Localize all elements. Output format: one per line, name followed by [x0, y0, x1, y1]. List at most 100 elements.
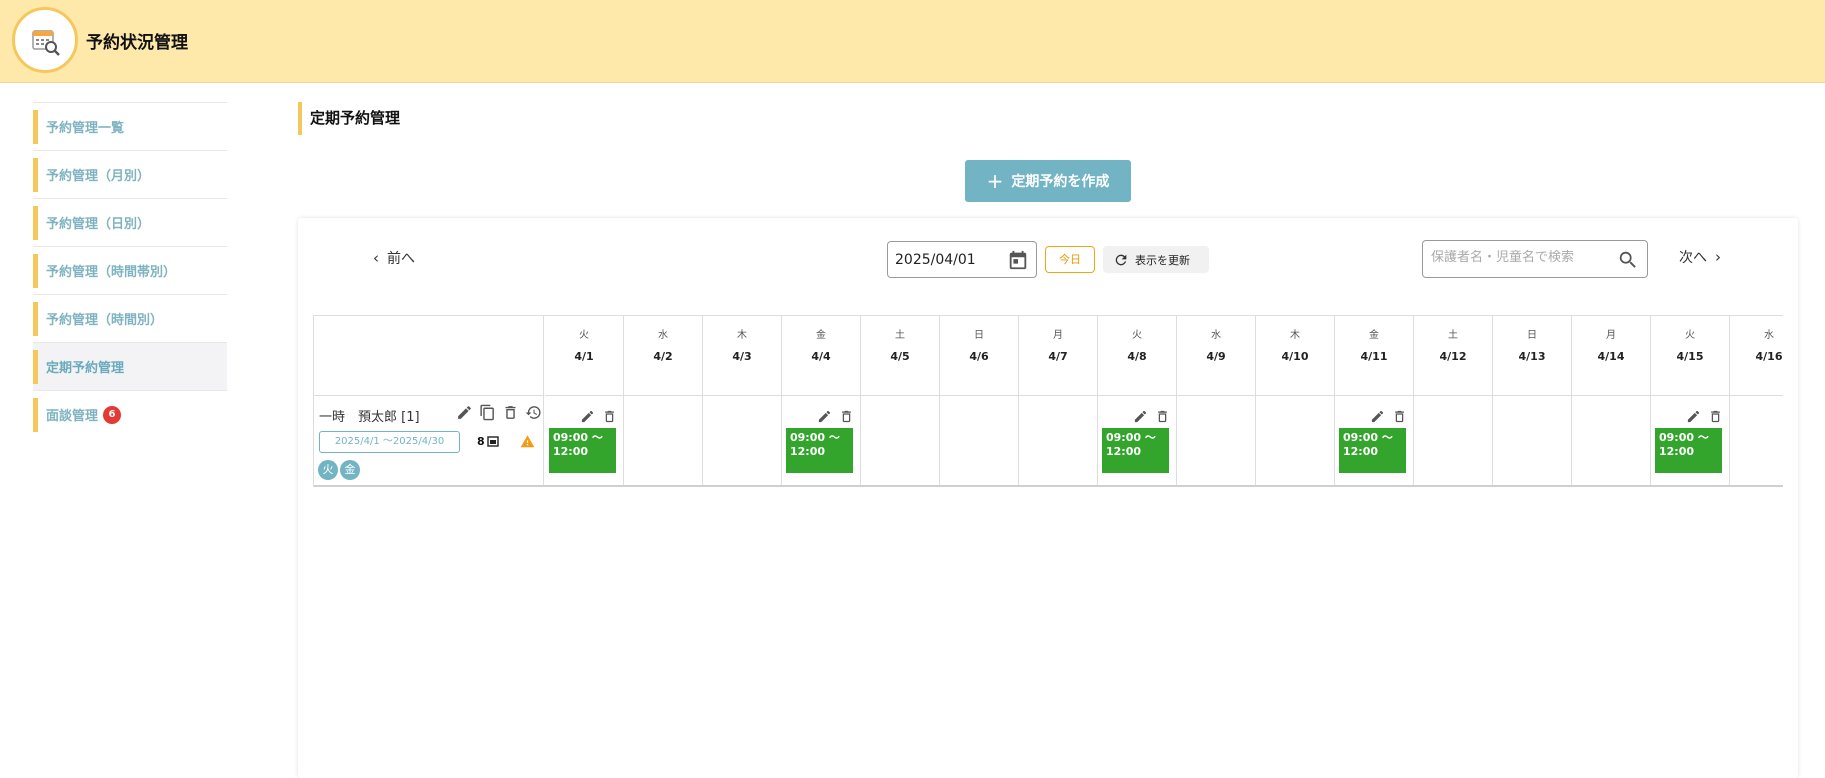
- day-header: 土 4/12: [1414, 316, 1492, 396]
- sidebar-item-interviews[interactable]: 面談管理 6: [33, 390, 227, 438]
- copy-icon[interactable]: [479, 404, 496, 421]
- sidebar-item-label: 予約管理（日別）: [46, 217, 151, 232]
- delete-icon[interactable]: [602, 409, 617, 424]
- day-of-week: 水: [658, 330, 668, 341]
- delete-icon[interactable]: [839, 409, 854, 424]
- next-button[interactable]: 次へ ›: [1679, 247, 1729, 267]
- next-label: 次へ: [1679, 250, 1707, 266]
- calendar-search-icon: [32, 30, 60, 56]
- day-column: 土 4/12: [1414, 316, 1493, 485]
- edit-icon[interactable]: [1370, 409, 1385, 424]
- sidebar-item-hourly[interactable]: 予約管理（時間別）: [33, 294, 227, 342]
- edit-icon[interactable]: [456, 404, 473, 421]
- search-field[interactable]: [1422, 240, 1648, 278]
- edit-icon[interactable]: [580, 409, 595, 424]
- sidebar-item-timeslot[interactable]: 予約管理（時間帯別）: [33, 246, 227, 294]
- app-logo: [12, 7, 78, 73]
- reservation-name: 一時 預太郎 [1]: [319, 410, 420, 425]
- weekday-chip: 火: [318, 460, 338, 480]
- day-header: 日 4/6: [940, 316, 1018, 396]
- notification-badge: 6: [103, 405, 122, 424]
- day-header: 金 4/11: [1335, 316, 1413, 396]
- slot-actions: [1686, 409, 1723, 424]
- day-column: 火 4/1 09:00 ～ 12:00: [545, 316, 624, 485]
- sidebar-item-daily[interactable]: 予約管理（日別）: [33, 198, 227, 246]
- calendar-count-icon: [487, 436, 499, 447]
- reservation-event[interactable]: 09:00 ～ 12:00: [1655, 428, 1722, 473]
- day-column: 日 4/13: [1493, 316, 1572, 485]
- today-button[interactable]: 今日: [1045, 246, 1095, 273]
- reservation-event[interactable]: 09:00 ～ 12:00: [786, 428, 853, 473]
- date-input[interactable]: 2025/04/01: [887, 241, 1037, 278]
- history-icon[interactable]: [525, 404, 542, 421]
- prev-label: 前へ: [387, 251, 415, 267]
- reservation-event[interactable]: 09:00 ～ 12:00: [1102, 428, 1169, 473]
- reservation-name-column: 一時 預太郎 [1] 2025/4/1 ～2025/4/30 8 火 金: [314, 316, 544, 485]
- day-column: 金 4/11 09:00 ～ 12:00: [1335, 316, 1414, 485]
- day-date: 4/4: [811, 350, 831, 363]
- day-date: 4/7: [1048, 350, 1068, 363]
- delete-icon[interactable]: [1708, 409, 1723, 424]
- day-date: 4/2: [653, 350, 673, 363]
- reservation-event[interactable]: 09:00 ～ 12:00: [1339, 428, 1406, 473]
- period-chip: 2025/4/1 ～2025/4/30: [319, 431, 460, 453]
- sidebar: 予約管理一覧 予約管理（月別） 予約管理（日別） 予約管理（時間帯別） 予約管理…: [33, 102, 227, 438]
- day-date: 4/11: [1360, 350, 1388, 363]
- slot-actions: [1133, 409, 1170, 424]
- refresh-button[interactable]: 表示を更新: [1103, 246, 1209, 273]
- day-of-week: 火: [1132, 330, 1142, 341]
- day-of-week: 月: [1053, 330, 1063, 341]
- plus-icon: +: [986, 169, 1004, 193]
- sidebar-item-reservation-list[interactable]: 予約管理一覧: [33, 102, 227, 150]
- app-header: 予約状況管理: [0, 0, 1825, 83]
- sidebar-item-label: 予約管理（月別）: [46, 169, 151, 184]
- search-input[interactable]: [1431, 250, 1611, 265]
- day-header: 火 4/1: [545, 316, 623, 396]
- calendar-icon[interactable]: [1007, 249, 1029, 271]
- create-button-label: 定期予約を作成: [1011, 174, 1110, 190]
- day-column: 金 4/4 09:00 ～ 12:00: [782, 316, 861, 485]
- calendar-grid: 一時 預太郎 [1] 2025/4/1 ～2025/4/30 8 火 金 火 4/…: [313, 315, 1783, 487]
- day-header: 木 4/3: [703, 316, 781, 396]
- sidebar-item-recurring[interactable]: 定期予約管理: [33, 342, 227, 390]
- day-header: 金 4/4: [782, 316, 860, 396]
- day-date: 4/14: [1597, 350, 1625, 363]
- day-of-week: 土: [895, 330, 905, 341]
- day-column: 木 4/3: [703, 316, 782, 485]
- delete-icon[interactable]: [502, 404, 519, 421]
- day-of-week: 日: [974, 330, 984, 341]
- day-column: 水 4/2: [624, 316, 703, 485]
- edit-icon[interactable]: [1686, 409, 1701, 424]
- day-column: 木 4/10: [1256, 316, 1335, 485]
- edit-icon[interactable]: [1133, 409, 1148, 424]
- day-of-week: 火: [1685, 330, 1695, 341]
- day-header: 水 4/9: [1177, 316, 1255, 396]
- sidebar-item-label: 予約管理一覧: [46, 121, 125, 136]
- reservation-count: 8: [477, 435, 485, 448]
- day-header: 水 4/16: [1730, 316, 1783, 396]
- chevron-right-icon: ›: [1715, 248, 1721, 266]
- day-column: 土 4/5: [861, 316, 940, 485]
- sidebar-item-label: 予約管理（時間帯別）: [46, 265, 177, 280]
- reservation-event[interactable]: 09:00 ～ 12:00: [549, 428, 616, 473]
- day-column: 火 4/8 09:00 ～ 12:00: [1098, 316, 1177, 485]
- create-recurring-button[interactable]: + 定期予約を作成: [965, 160, 1131, 202]
- prev-button[interactable]: ‹ 前へ: [365, 248, 415, 268]
- delete-icon[interactable]: [1392, 409, 1407, 424]
- warning-icon: [520, 435, 535, 448]
- day-column: 日 4/6: [940, 316, 1019, 485]
- delete-icon[interactable]: [1155, 409, 1170, 424]
- day-header: 月 4/7: [1019, 316, 1097, 396]
- day-date: 4/9: [1206, 350, 1226, 363]
- day-date: 4/16: [1755, 350, 1783, 363]
- day-of-week: 水: [1211, 330, 1221, 341]
- day-header: 水 4/2: [624, 316, 702, 396]
- weekday-chips: 火 金: [318, 460, 360, 480]
- row-actions: [456, 404, 542, 421]
- edit-icon[interactable]: [817, 409, 832, 424]
- day-column: 火 4/15 09:00 ～ 12:00: [1651, 316, 1730, 485]
- day-header: 日 4/13: [1493, 316, 1571, 396]
- sidebar-item-monthly[interactable]: 予約管理（月別）: [33, 150, 227, 198]
- search-icon[interactable]: [1617, 249, 1639, 271]
- day-of-week: 火: [579, 330, 589, 341]
